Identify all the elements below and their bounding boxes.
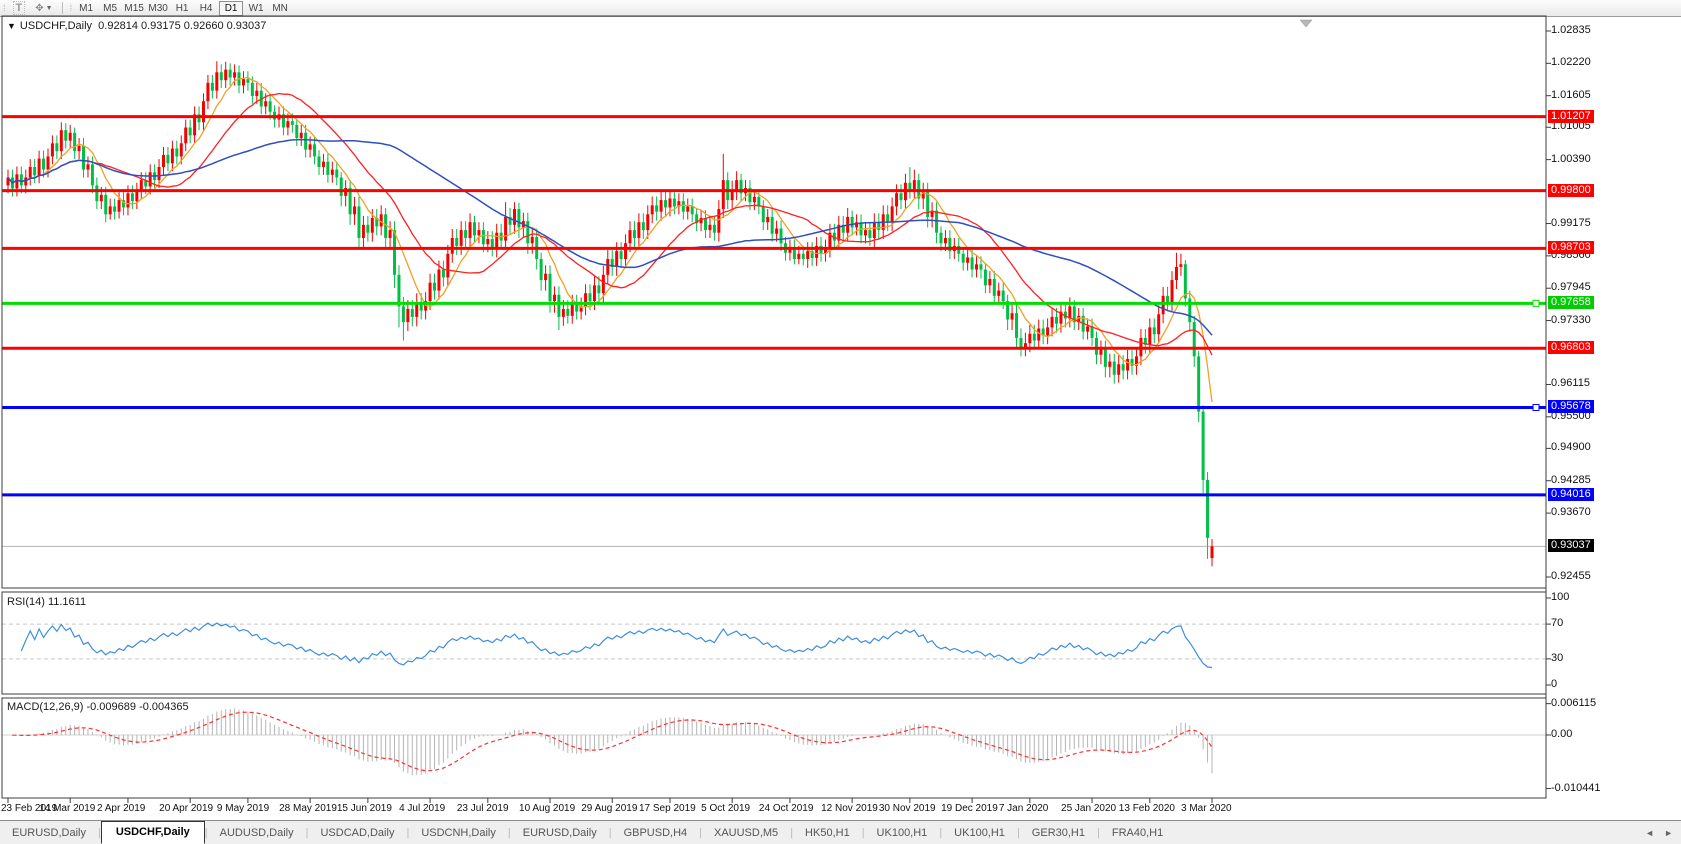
price-tick-label: 0.96115 — [1551, 377, 1590, 390]
date-tick-label: 24 Oct 2019 — [759, 803, 813, 814]
date-tick-label: 14 Mar 2019 — [39, 803, 95, 814]
date-tick-label: 30 Nov 2019 — [879, 803, 936, 814]
line-price-label: 0.95678 — [1548, 400, 1594, 413]
macd-pane[interactable] — [2, 698, 1546, 798]
date-tick-label: 25 Jan 2020 — [1061, 803, 1116, 814]
price-tick-label: 0.97945 — [1551, 281, 1591, 294]
rsi-pane[interactable] — [2, 592, 1546, 694]
price-tick-label: 0.99175 — [1551, 217, 1591, 230]
rsi-tick-label: 0 — [1551, 678, 1557, 691]
collapse-chart-icon[interactable]: ▼ — [7, 21, 16, 31]
date-tick-label: 4 Jul 2019 — [399, 803, 445, 814]
price-tick-label: 0.97330 — [1551, 314, 1591, 327]
price-tick-label: 0.93670 — [1551, 506, 1591, 519]
chart-title: ▼ USDCHF,Daily 0.92814 0.93175 0.92660 0.… — [7, 20, 266, 32]
date-tick-label: 5 Oct 2019 — [701, 803, 750, 814]
line-price-label: 0.99800 — [1548, 184, 1594, 197]
rsi-tick-label: 30 — [1551, 652, 1563, 665]
date-tick-label: 19 Dec 2019 — [941, 803, 998, 814]
date-tick-label: 17 Sep 2019 — [639, 803, 696, 814]
chart-symbol: USDCHF,Daily — [20, 20, 92, 32]
date-tick-label: 3 Mar 2020 — [1181, 803, 1232, 814]
date-tick-label: 2 Apr 2019 — [97, 803, 145, 814]
date-tick-label: 28 May 2019 — [279, 803, 337, 814]
date-tick-label: 10 Aug 2019 — [519, 803, 575, 814]
line-price-label: 0.98703 — [1548, 241, 1594, 254]
date-tick-label: 15 Jun 2019 — [337, 803, 392, 814]
mt4-window: ⁞ T ✥ ▼ ⁞ M1M5M15M30H1H4D1W1MN ▼USDCHF,D… — [0, 0, 1681, 844]
main-chart-pane[interactable] — [2, 16, 1546, 588]
line-price-label: 1.01207 — [1548, 110, 1594, 123]
macd-tick-label: -0.010441 — [1551, 782, 1601, 795]
date-tick-label: 20 Apr 2019 — [159, 803, 213, 814]
macd-tick-label: 0.006115 — [1551, 697, 1596, 710]
macd-tick-label: 0.00 — [1551, 728, 1572, 741]
line-price-label: 0.97658 — [1548, 296, 1594, 309]
price-tick-label: 1.02220 — [1551, 56, 1591, 69]
price-tick-label: 1.02835 — [1551, 24, 1591, 37]
line-price-label: 0.94016 — [1548, 488, 1594, 501]
current-price-label: 0.93037 — [1548, 539, 1594, 552]
rsi-tick-label: 70 — [1551, 617, 1563, 630]
rsi-tick-label: 100 — [1551, 591, 1569, 604]
line-price-label: 0.96803 — [1548, 341, 1594, 354]
date-tick-label: 12 Nov 2019 — [821, 803, 878, 814]
chart-ohlc-values: 0.92814 0.93175 0.92660 0.93037 — [98, 20, 266, 32]
date-tick-label: 9 May 2019 — [217, 803, 269, 814]
price-tick-label: 0.94900 — [1551, 441, 1591, 454]
date-tick-label: 13 Feb 2020 — [1119, 803, 1175, 814]
date-tick-label: 23 Jul 2019 — [457, 803, 509, 814]
price-tick-label: 1.01605 — [1551, 89, 1591, 102]
price-tick-label: 0.92455 — [1551, 570, 1591, 583]
price-tick-label: 1.00390 — [1551, 153, 1591, 166]
price-tick-label: 0.94285 — [1551, 474, 1591, 487]
date-tick-label: 29 Aug 2019 — [581, 803, 637, 814]
date-tick-label: 7 Jan 2020 — [999, 803, 1049, 814]
rsi-label: RSI(14) 11.1611 — [7, 596, 86, 608]
macd-label: MACD(12,26,9) -0.009689 -0.004365 — [7, 701, 189, 713]
